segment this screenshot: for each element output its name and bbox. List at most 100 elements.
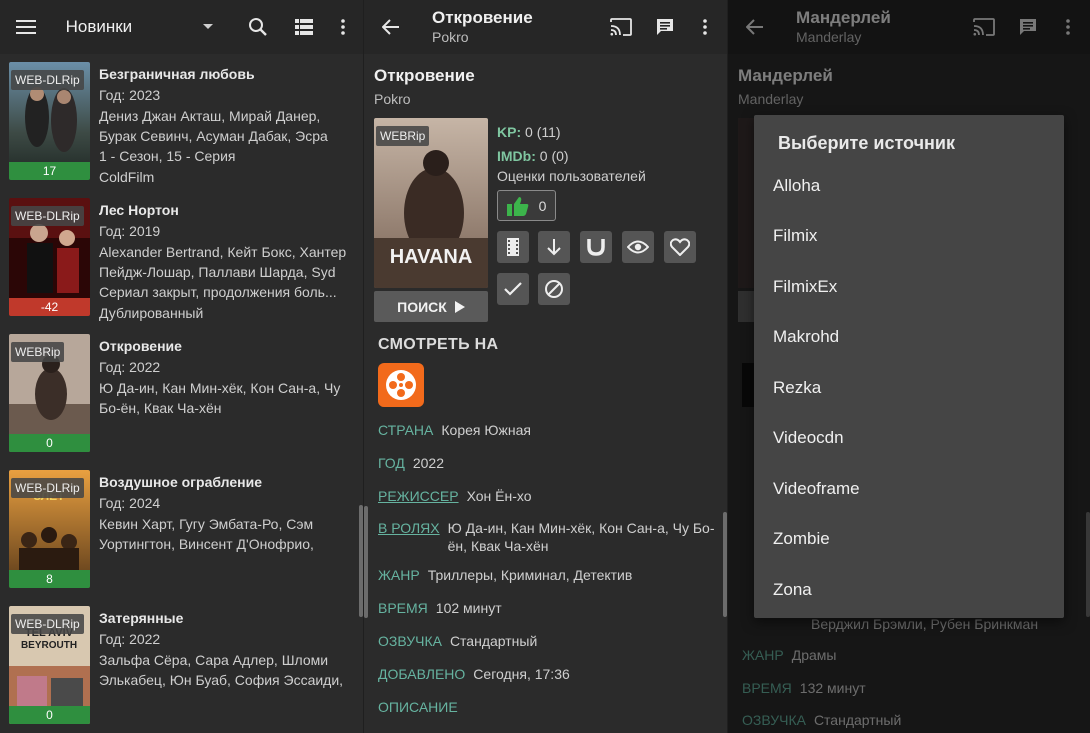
dropdown-arrow-icon[interactable] [202, 23, 214, 31]
field-genre: ЖАНР Триллеры, Криминал, Детектив [378, 566, 717, 584]
item-year: Год: 2022 [99, 359, 161, 375]
field-value: 2022 [412, 455, 445, 471]
magnet-icon [587, 238, 605, 256]
block-icon [544, 279, 564, 299]
movie-title: Откровение [374, 66, 475, 85]
kp-value: 0 (11) [525, 124, 561, 140]
torrent-button[interactable] [580, 231, 612, 263]
list-item[interactable]: ЗЛЕТ WEB-DLRip 8 Воздушное ограбление Го… [0, 468, 363, 604]
dialog-title: Выберите источник [778, 133, 955, 153]
item-title: Лес Нортон [99, 202, 179, 218]
source-option[interactable]: Rezka [773, 378, 821, 398]
field-value: 102 минут [435, 600, 502, 616]
item-voice: ColdFilm [99, 169, 155, 185]
cast-icon[interactable] [601, 7, 641, 47]
poster-image: ЗЛЕТ WEB-DLRip 8 [9, 470, 90, 588]
scrollbar[interactable] [364, 506, 368, 618]
kp-label: KP: [497, 124, 522, 140]
watched-button[interactable] [622, 231, 654, 263]
more-vert-icon[interactable] [685, 7, 725, 47]
item-info: Откровение Год: 2022 Ю Да-ин, Кан Мин-хё… [99, 336, 357, 418]
score-badge: 0 [9, 706, 90, 724]
search-icon[interactable] [238, 7, 278, 47]
like-button[interactable]: 0 [497, 190, 556, 221]
score-badge: 0 [9, 434, 90, 452]
details-screen: Откровение Pokro Откровение Pokro HAVANA… [363, 0, 727, 733]
download-arrow-icon [547, 238, 561, 256]
list-item[interactable]: TEL AVIVBEYROUTH WEB-DLRip 0 Затерянные … [0, 604, 363, 733]
quality-badge: WEB-DLRip [11, 70, 84, 90]
item-title: Воздушное ограбление [99, 474, 262, 490]
movie-poster: HAVANA WEBRip [374, 118, 488, 288]
list-screen: Новинки WEB-DLRip 17 Безграничная любовь… [0, 0, 363, 733]
item-info: Затерянные Год: 2022 Зальфа Сёра, Сара А… [99, 608, 357, 690]
cast-link[interactable]: В РОЛЯХ [378, 519, 440, 555]
field-value: Ю Да-ин, Кан Мин-хёк, Кон Сан-а, Чу Бо-ё… [447, 520, 715, 554]
field-label: ВРЕМЯ [378, 600, 428, 616]
watch-on-heading: СМОТРЕТЬ НА [378, 336, 499, 353]
source-option[interactable]: Alloha [773, 176, 820, 196]
field-duration: ВРЕМЯ 102 минут [378, 599, 717, 617]
score-badge: 17 [9, 162, 90, 180]
movie-list: WEB-DLRip 17 Безграничная любовь Год: 20… [0, 60, 363, 733]
item-cast: Дениз Джан Акташ, Мирай Данер, Бурак Сев… [99, 108, 328, 144]
mark-seen-button[interactable] [497, 273, 529, 305]
download-button[interactable] [538, 231, 570, 263]
menu-icon[interactable] [6, 7, 46, 47]
movie-original-title: Pokro [374, 91, 411, 107]
details-appbar: Откровение Pokro [364, 0, 727, 54]
score-badge: -42 [9, 298, 90, 316]
field-cast: В РОЛЯХ Ю Да-ин, Кан Мин-хёк, Кон Сан-а, … [378, 519, 717, 555]
source-option[interactable]: Filmix [773, 226, 817, 246]
kinopoisk-logo-icon[interactable] [378, 363, 424, 407]
quality-badge: WEBRip [11, 342, 65, 362]
field-label: ДОБАВЛЕНО [378, 666, 466, 682]
director-link[interactable]: РЕЖИССЕР [378, 488, 459, 504]
field-label: ОПИСАНИЕ [378, 699, 458, 715]
thumbs-up-icon [506, 196, 529, 216]
list-appbar: Новинки [0, 0, 363, 54]
item-status: 1 - Сезон, 15 - Серия [99, 148, 236, 164]
search-button[interactable]: ПОИСК [374, 291, 488, 322]
comment-icon[interactable] [645, 7, 685, 47]
trailer-button[interactable] [497, 231, 529, 263]
field-value: Хон Ён-хо [466, 488, 532, 504]
poster-image: WEB-DLRip 17 [9, 62, 90, 180]
source-option[interactable]: Videoframe [773, 479, 860, 499]
item-cast: Ю Да-ин, Кан Мин-хёк, Кон Сан-а, Чу Бо-ё… [99, 380, 341, 416]
back-arrow-icon[interactable] [371, 7, 411, 47]
item-title: Откровение [99, 338, 182, 354]
block-button[interactable] [538, 273, 570, 305]
item-year: Год: 2024 [99, 495, 161, 511]
eye-icon [627, 240, 649, 254]
list-item[interactable]: WEB-DLRip 17 Безграничная любовь Год: 20… [0, 60, 363, 196]
list-view-icon[interactable] [284, 7, 324, 47]
user-ratings-label: Оценки пользователей [497, 168, 646, 184]
more-vert-icon[interactable] [323, 7, 363, 47]
kp-rating: KP: 0 (11) [497, 124, 561, 140]
item-title: Затерянные [99, 610, 184, 626]
list-item[interactable]: WEBRip 0 Откровение Год: 2022 Ю Да-ин, К… [0, 332, 363, 468]
item-info: Безграничная любовь Год: 2023 Дениз Джан… [99, 64, 357, 188]
source-option[interactable]: Videocdn [773, 428, 844, 448]
poster-text: HAVANA [390, 246, 473, 268]
poster-image: TEL AVIVBEYROUTH WEB-DLRip 0 [9, 606, 90, 724]
item-year: Год: 2023 [99, 87, 161, 103]
field-country: СТРАНА Корея Южная [378, 421, 717, 439]
favorite-button[interactable] [664, 231, 696, 263]
quality-badge: WEBRip [376, 126, 430, 146]
category-title[interactable]: Новинки [66, 17, 133, 37]
field-label: ЖАНР [378, 567, 420, 583]
source-option[interactable]: Zombie [773, 529, 830, 549]
source-option[interactable]: Zona [773, 580, 812, 600]
source-picker-screen: Мандерлей Manderlay Мандерлей Manderlay … [727, 0, 1090, 733]
list-item[interactable]: WEB-DLRip -42 Лес Нортон Год: 2019 Alexa… [0, 196, 363, 332]
source-option[interactable]: FilmixEx [773, 277, 837, 297]
field-year: ГОД 2022 [378, 454, 717, 472]
source-option[interactable]: Makrohd [773, 327, 839, 347]
item-voice: Дублированный [99, 305, 204, 321]
check-icon [504, 282, 522, 296]
score-badge: 8 [9, 570, 90, 588]
imdb-value: 0 (0) [539, 148, 569, 164]
field-label: СТРАНА [378, 422, 434, 438]
